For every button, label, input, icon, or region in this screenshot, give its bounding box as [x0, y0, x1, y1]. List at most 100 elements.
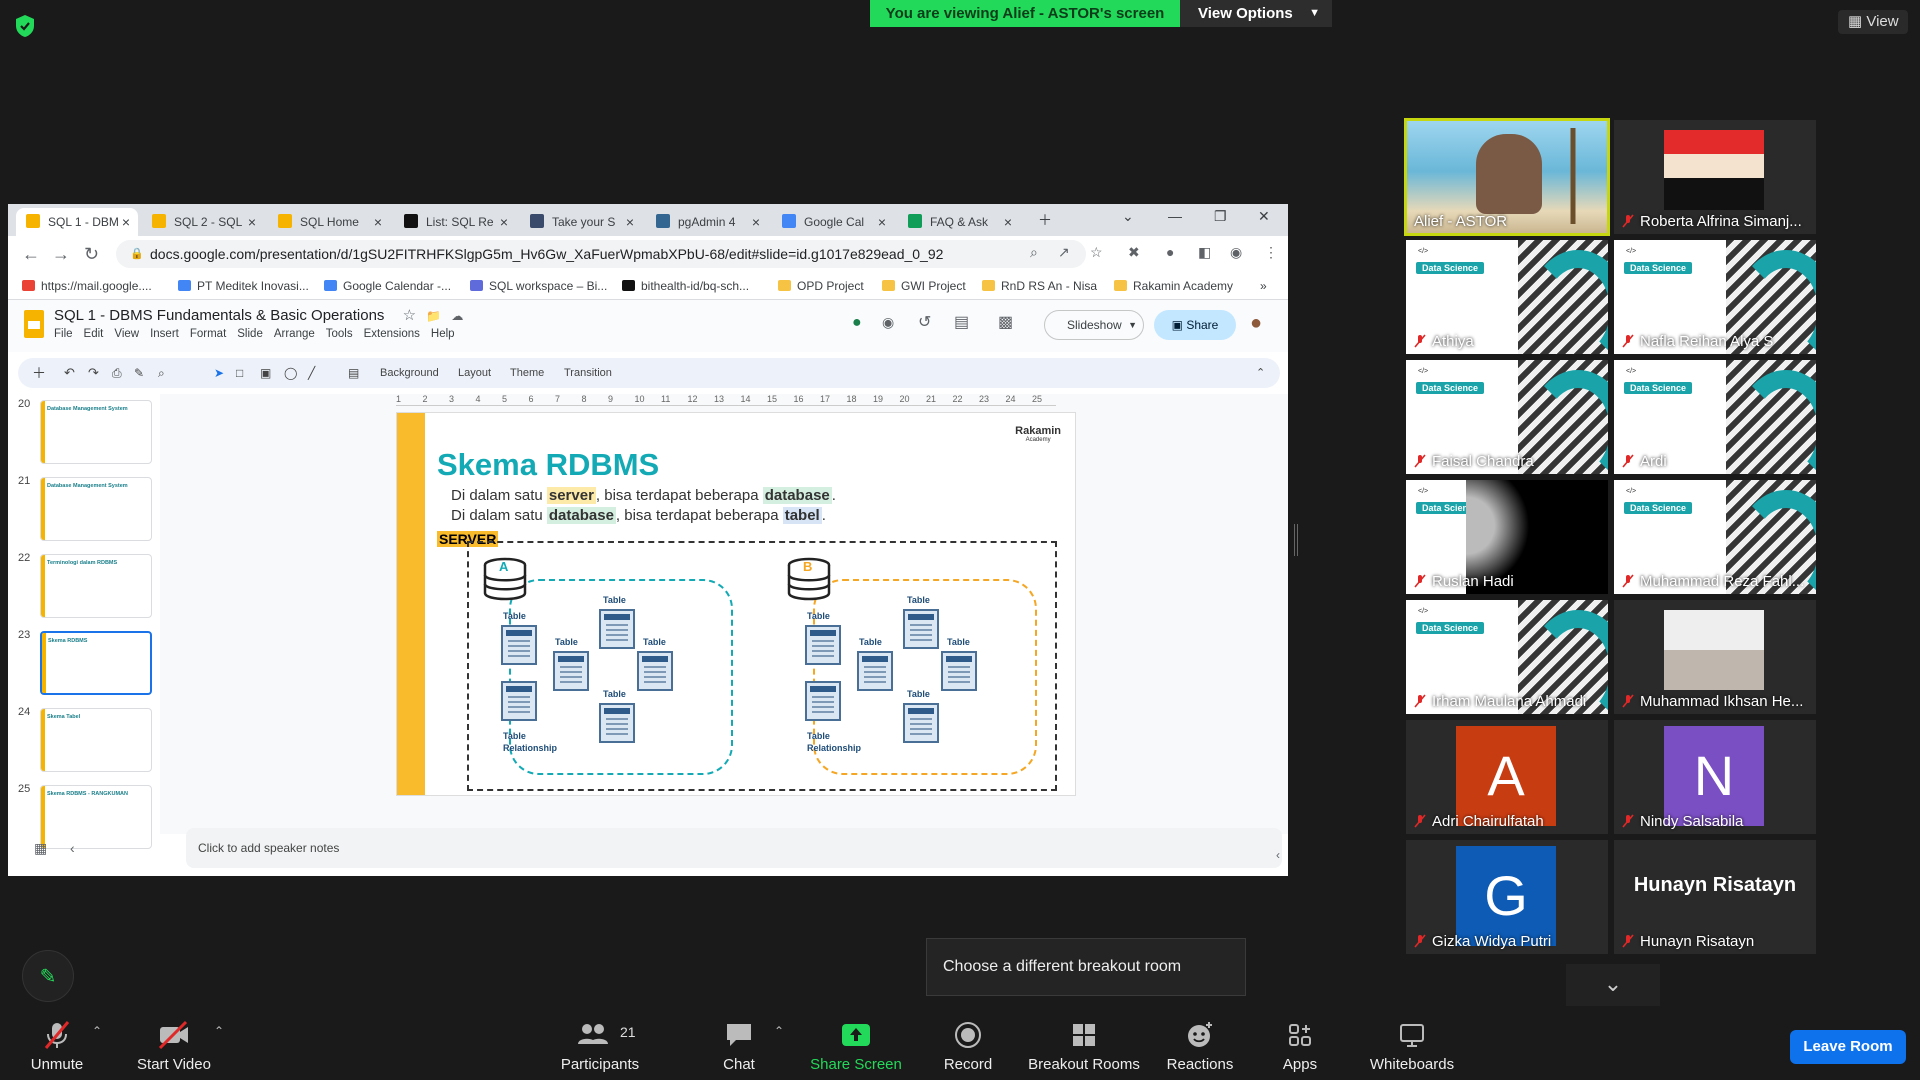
document-title[interactable]: SQL 1 - DBMS Fundamentals & Basic Operat… — [54, 306, 463, 324]
zoom-icon[interactable]: ⌕ — [1030, 244, 1038, 261]
bookmark-item[interactable]: https://mail.google.... — [22, 272, 152, 300]
version-history-icon[interactable]: ↺ — [918, 312, 931, 332]
slide-thumbnail[interactable]: Skema RDBMS — [40, 631, 152, 695]
tab-close-icon[interactable]: × — [878, 208, 886, 236]
collapse-filmstrip-icon[interactable]: ‹ — [70, 840, 75, 856]
audio-options-caret[interactable]: ⌃ — [92, 1024, 102, 1038]
share-screen-button[interactable]: Share Screen — [806, 1020, 906, 1073]
forward-icon[interactable]: → — [52, 244, 70, 265]
participant-tile[interactable]: </> Data Science Muhammad Reza Fahl... — [1614, 480, 1816, 594]
participant-tile[interactable]: </> Data Science Faisal Chandra — [1406, 360, 1608, 474]
star-icon[interactable]: ☆ — [403, 307, 416, 324]
unmute-button[interactable]: Unmute — [24, 1020, 90, 1073]
bookmark-item[interactable]: Rakamin Academy — [1114, 272, 1233, 300]
slide-thumbnail[interactable]: Skema RDBMS - RANGKUMAN — [40, 785, 152, 849]
collapse-toolbar-icon[interactable]: ⌃ — [1256, 358, 1265, 388]
theme-button[interactable]: Theme — [510, 358, 544, 388]
browser-tab[interactable]: SQL Home × — [268, 208, 390, 236]
share-button[interactable]: ▣ Share — [1154, 310, 1236, 340]
menu-format[interactable]: Format — [190, 328, 226, 340]
bookmark-item[interactable]: RnD RS An - Nisa — [982, 272, 1097, 300]
share-page-icon[interactable]: ↗ — [1058, 244, 1070, 261]
collaborator-avatar[interactable]: ● — [852, 314, 862, 332]
background-button[interactable]: Background — [380, 358, 439, 388]
participant-tile[interactable]: </> Data Science Ruslan Hadi — [1406, 480, 1608, 594]
redo-icon[interactable]: ↷ — [88, 358, 99, 388]
participant-tile[interactable]: </> Data Science Ardi — [1614, 360, 1816, 474]
tab-close-icon[interactable]: × — [122, 208, 130, 236]
bookmark-item[interactable]: GWI Project — [882, 272, 966, 300]
whiteboards-button[interactable]: Whiteboards — [1366, 1020, 1458, 1073]
tab-close-icon[interactable]: × — [500, 208, 508, 236]
menu-arrange[interactable]: Arrange — [274, 328, 315, 340]
layout-button[interactable]: Layout — [458, 358, 491, 388]
grid-view-icon[interactable]: ▦ — [34, 840, 47, 857]
meet-chat-icon[interactable]: ◉ — [882, 314, 894, 331]
participant-tile[interactable]: Roberta Alfrina Simanj... — [1614, 120, 1816, 234]
browser-tab[interactable]: Take your S × — [520, 208, 642, 236]
slideshow-dropdown-icon[interactable]: ▼ — [1128, 311, 1137, 339]
side-panel-icon[interactable]: ◧ — [1198, 244, 1211, 261]
browser-menu-icon[interactable]: ⋮ — [1264, 244, 1278, 261]
new-slide-icon[interactable]: ＋ — [32, 358, 46, 388]
video-options-caret[interactable]: ⌃ — [214, 1024, 224, 1038]
browser-tab[interactable]: SQL 1 - DBM × — [16, 208, 138, 236]
participant-tile[interactable]: </> Data Science Athiya — [1406, 240, 1608, 354]
account-avatar[interactable]: ● — [1250, 312, 1262, 335]
participant-tile[interactable]: Alief - ASTOR — [1404, 118, 1610, 236]
reload-icon[interactable]: ↻ — [84, 244, 99, 265]
line-icon[interactable]: ╱ — [308, 358, 315, 388]
splitter-handle[interactable] — [1294, 524, 1298, 556]
menu-file[interactable]: File — [54, 328, 73, 340]
reactions-button[interactable]: Reactions — [1164, 1020, 1236, 1073]
shape-icon[interactable]: ◯ — [284, 358, 297, 388]
menu-extensions[interactable]: Extensions — [364, 328, 420, 340]
bookmark-item[interactable]: OPD Project — [778, 272, 864, 300]
record-button[interactable]: Record — [942, 1020, 994, 1073]
select-icon[interactable]: ➤ — [214, 358, 224, 388]
bookmark-item[interactable]: bithealth-id/bq-sch... — [622, 272, 749, 300]
print-icon[interactable]: ⎙ — [112, 358, 122, 388]
bookmark-star-icon[interactable]: ☆ — [1090, 244, 1103, 261]
menu-slide[interactable]: Slide — [237, 328, 263, 340]
extensions-icon[interactable]: ✖ — [1128, 244, 1140, 261]
more-bookmarks-icon[interactable]: » — [1260, 272, 1267, 300]
meet-video-icon[interactable]: ▩ — [998, 312, 1013, 332]
restore-icon[interactable]: ❐ — [1214, 208, 1227, 225]
bookmark-item[interactable]: Google Calendar -... — [324, 272, 451, 300]
new-tab-button[interactable]: ＋ — [1038, 210, 1052, 230]
menu-help[interactable]: Help — [431, 328, 455, 340]
collapse-notes-icon[interactable]: ‹ — [1276, 848, 1280, 862]
start-video-button[interactable]: Start Video — [132, 1020, 216, 1073]
tab-search-icon[interactable]: ⌄ — [1122, 208, 1134, 225]
menu-insert[interactable]: Insert — [150, 328, 179, 340]
participant-tile[interactable]: </> Data Science Irham Maulana Ahmadi — [1406, 600, 1608, 714]
view-options-button[interactable]: View Options ▼ — [1180, 0, 1332, 27]
tab-close-icon[interactable]: × — [1004, 208, 1012, 236]
chat-options-caret[interactable]: ⌃ — [774, 1024, 784, 1038]
profile-avatar-icon[interactable]: ◉ — [1230, 244, 1242, 261]
slide-thumbnail[interactable]: Database Management System — [40, 400, 152, 464]
slide-thumbnail[interactable]: Terminologi dalam RDBMS — [40, 554, 152, 618]
image-icon[interactable]: ▣ — [260, 358, 271, 388]
menu-tools[interactable]: Tools — [326, 328, 353, 340]
bookmark-item[interactable]: SQL workspace – Bi... — [470, 272, 607, 300]
annotate-pencil-button[interactable]: ✎ — [22, 950, 74, 1002]
gallery-collapse-button[interactable]: ⌄ — [1566, 964, 1660, 1006]
chat-button[interactable]: Chat — [716, 1020, 762, 1073]
breakout-rooms-button[interactable]: Breakout Rooms — [1026, 1020, 1142, 1073]
extension-icon[interactable]: ● — [1166, 244, 1174, 260]
paint-format-icon[interactable]: ✎ — [134, 358, 144, 388]
slide-thumbnail[interactable]: Database Management System — [40, 477, 152, 541]
participant-tile[interactable]: N Nindy Salsabila — [1614, 720, 1816, 834]
browser-tab[interactable]: List: SQL Re × — [394, 208, 516, 236]
tab-close-icon[interactable]: × — [374, 208, 382, 236]
participant-tile[interactable]: </> Data Science Nafla Reihan Alya S — [1614, 240, 1816, 354]
text-box-icon[interactable]: □ — [236, 358, 243, 388]
close-window-icon[interactable]: ✕ — [1258, 208, 1270, 225]
transition-button[interactable]: Transition — [564, 358, 612, 388]
browser-tab[interactable]: SQL 2 - SQL × — [142, 208, 264, 236]
back-icon[interactable]: ← — [22, 244, 40, 265]
apps-button[interactable]: Apps — [1280, 1020, 1320, 1073]
participant-tile[interactable]: A Adri Chairulfatah — [1406, 720, 1608, 834]
